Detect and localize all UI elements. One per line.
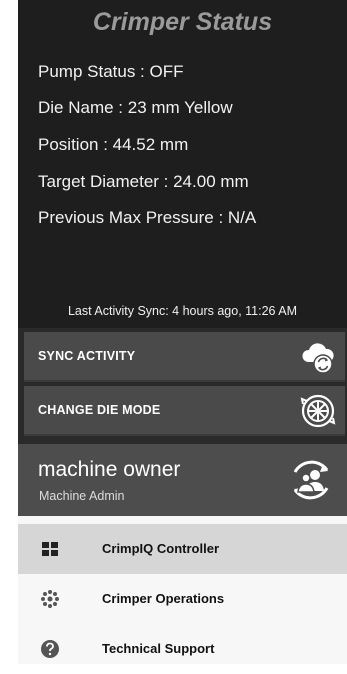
previous-max-pressure-text: Previous Max Pressure : N/A: [38, 208, 257, 227]
page-title: Crimper Status: [92, 8, 273, 36]
sync-activity-button[interactable]: SYNC ACTIVITY: [24, 332, 345, 382]
change-die-mode-label: CHANGE DIE MODE: [38, 403, 161, 417]
menu-label: Crimper Operations: [102, 591, 225, 606]
gear-dots-icon: [40, 589, 60, 609]
pump-status-text: Pump Status : OFF: [38, 62, 184, 81]
sync-activity-label: SYNC ACTIVITY: [38, 349, 136, 363]
help-icon: [40, 639, 60, 659]
position-text: Position : 44.52 mm: [38, 135, 189, 154]
grid-icon: [40, 539, 60, 559]
app-drawer: Crimper Status Pump Status : OFF Die Nam…: [18, 0, 347, 664]
change-die-mode-button[interactable]: CHANGE DIE MODE: [24, 386, 345, 436]
die-wheel-icon: [299, 392, 337, 430]
crimper-status-panel: Crimper Status Pump Status : OFF Die Nam…: [18, 0, 347, 328]
menu-item-crimpiq-controller[interactable]: CrimpIQ Controller: [18, 524, 347, 574]
cloud-sync-icon: [299, 338, 337, 376]
navigation-menu: CrimpIQ Controller Crimper Operations Te…: [18, 516, 347, 664]
user-role: Machine Admin: [39, 489, 125, 503]
switch-user-icon[interactable]: [287, 456, 335, 504]
die-name-text: Die Name : 23 mm Yellow: [38, 98, 233, 117]
menu-item-technical-support[interactable]: Technical Support: [18, 624, 347, 674]
menu-item-crimper-operations[interactable]: Crimper Operations: [18, 574, 347, 624]
user-profile: machine owner Machine Admin: [18, 444, 347, 516]
target-diameter-text: Target Diameter : 24.00 mm: [38, 172, 249, 191]
menu-label: Technical Support: [102, 641, 215, 656]
user-name: machine owner: [38, 458, 181, 481]
last-sync-text: Last Activity Sync: 4 hours ago, 11:26 A…: [67, 304, 298, 318]
menu-label: CrimpIQ Controller: [102, 541, 220, 556]
